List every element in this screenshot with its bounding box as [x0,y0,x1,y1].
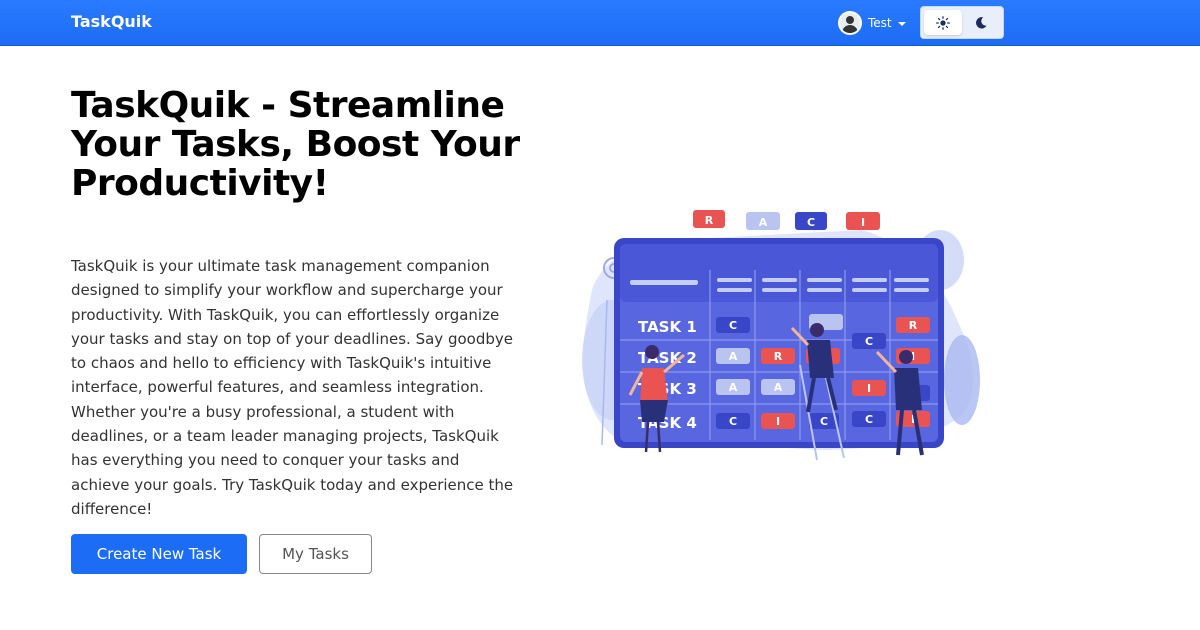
header-tag: R [705,214,714,227]
dark-mode-button[interactable] [962,10,1000,35]
svg-text:R: R [774,350,783,363]
svg-text:A: A [729,381,738,394]
task-row-label: TASK 1 [638,318,697,336]
svg-text:I: I [776,415,780,428]
svg-text:A: A [774,381,783,394]
my-tasks-button[interactable]: My Tasks [259,534,372,574]
svg-text:A: A [729,350,738,363]
svg-text:C: C [865,335,873,348]
header-tags: R A C I [693,210,880,230]
task-board-illustration: R A C I TASK 1 TASK 2 TASK 3 TASK 4 C R … [582,210,980,461]
brand-logo-link[interactable]: TaskQuik [71,12,152,31]
caret-down-icon [897,22,906,26]
header-tag: C [807,216,815,229]
user-name: Test [868,16,892,30]
navbar: TaskQuik Test [0,0,1200,46]
user-avatar-icon [838,11,862,35]
header-tag: A [759,216,768,229]
hero-description: TaskQuik is your ultimate task managemen… [71,257,514,518]
svg-text:C: C [820,415,828,428]
svg-text:R: R [909,319,918,332]
hero-title: TaskQuik - Streamline Your Tasks, Boost … [71,85,520,204]
header-tag: I [861,216,865,229]
create-new-task-button[interactable]: Create New Task [71,534,247,574]
sun-icon [936,15,950,30]
svg-text:C: C [865,413,873,426]
svg-text:C: C [729,319,737,332]
light-mode-button[interactable] [924,10,962,35]
theme-toggle [920,6,1004,39]
user-menu-dropdown[interactable]: Test [838,11,906,35]
svg-text:I: I [867,382,871,395]
svg-text:C: C [729,415,737,428]
moon-icon [976,16,987,29]
